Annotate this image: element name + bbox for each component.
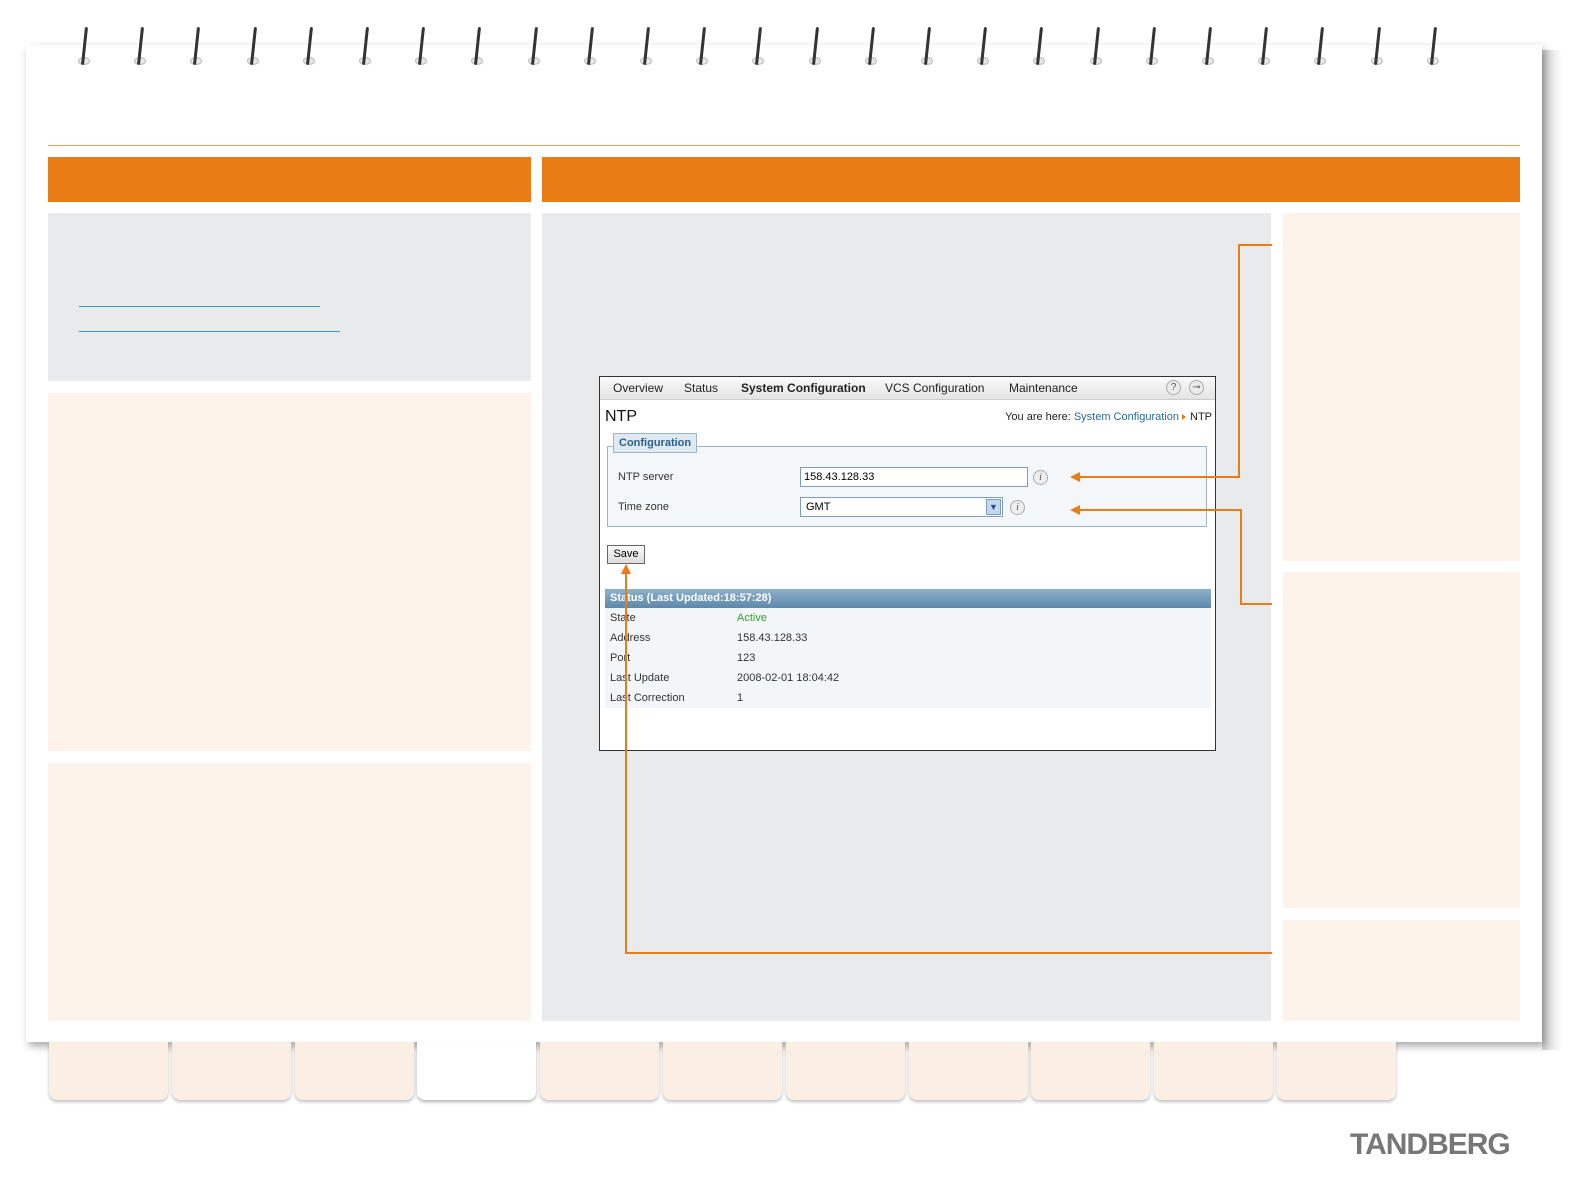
page-shadow <box>1542 50 1562 1050</box>
breadcrumb-prefix: You are here: <box>1005 411 1071 423</box>
breadcrumb-arrow-icon <box>1182 414 1186 420</box>
status-table: State Active Address 158.43.128.33 Port … <box>605 608 1211 708</box>
chapter-tab[interactable] <box>49 1042 168 1100</box>
spiral-ring <box>1202 26 1214 67</box>
menu-system-configuration[interactable]: System Configuration <box>741 381 866 395</box>
menu-maintenance[interactable]: Maintenance <box>1009 381 1078 395</box>
spiral-ring <box>864 26 877 67</box>
menu-overview[interactable]: Overview <box>613 381 663 395</box>
breadcrumb-link-system-configuration[interactable]: System Configuration <box>1074 411 1179 423</box>
ntp-server-info-icon[interactable]: i <box>1033 470 1048 485</box>
tandberg-logo: TANDBERG <box>1350 1128 1511 1161</box>
status-row-value: 158.43.128.33 <box>737 632 808 644</box>
spiral-ring <box>1370 26 1383 67</box>
chapter-tab[interactable] <box>785 1042 905 1100</box>
time-zone-info-icon[interactable]: i <box>1010 500 1025 515</box>
spiral-ring <box>977 26 990 67</box>
spiral-ring <box>921 26 933 67</box>
spiral-ring <box>1314 26 1327 67</box>
help-icon[interactable]: ? <box>1166 380 1181 395</box>
spiral-ring <box>471 26 484 67</box>
spiral-ring <box>696 26 709 67</box>
top-menu-bar: Overview Status System Configuration VCS… <box>600 377 1215 400</box>
spiral-ring <box>190 26 203 67</box>
status-row-label: Port <box>610 652 631 664</box>
status-row-label: State <box>610 612 636 624</box>
status-row-value: 2008-02-01 18:04:42 <box>737 672 840 684</box>
spiral-ring <box>752 26 765 67</box>
spiral-ring <box>1145 26 1158 67</box>
spiral-ring <box>583 26 596 67</box>
chapter-tab[interactable] <box>294 1042 414 1100</box>
left-header-bar <box>48 157 531 202</box>
status-row-label: Last Update <box>610 672 670 684</box>
page-title: NTP <box>605 408 637 425</box>
chapter-tab[interactable] <box>908 1042 1028 1100</box>
spiral-ring <box>527 26 540 67</box>
status-row-value: 1 <box>737 692 744 704</box>
right-note-panel-2 <box>1283 572 1520 908</box>
logout-icon[interactable]: ⊸ <box>1189 380 1204 395</box>
spiral-ring <box>640 26 652 67</box>
chevron-down-icon[interactable]: ▼ <box>986 499 1001 515</box>
spiral-ring <box>1426 26 1439 67</box>
status-header: Status (Last Updated:18:57:28) <box>605 589 1211 608</box>
chapter-tab-active[interactable] <box>417 1042 537 1100</box>
spiral-ring <box>415 26 428 67</box>
status-row-label: Address <box>610 632 651 644</box>
spiral-ring <box>359 26 371 67</box>
ntp-server-input[interactable]: 158.43.128.33 <box>800 467 1028 487</box>
status-row-label: Last Correction <box>610 692 685 704</box>
time-zone-select[interactable]: GMT ▼ <box>800 497 1003 517</box>
spiral-ring <box>1258 26 1271 67</box>
status-row-value: Active <box>737 612 767 624</box>
right-header-bar <box>542 157 1520 202</box>
chapter-tab[interactable] <box>1154 1042 1274 1100</box>
left-top-panel <box>48 213 531 381</box>
save-button[interactable]: Save <box>607 545 645 564</box>
header-rule <box>48 145 1520 146</box>
chapter-tab[interactable] <box>540 1042 660 1100</box>
chapter-tab[interactable] <box>663 1042 782 1100</box>
ntp-server-label: NTP server <box>618 471 674 483</box>
menu-vcs-configuration[interactable]: VCS Configuration <box>885 381 984 395</box>
right-note-panel-3 <box>1283 920 1520 1021</box>
breadcrumb-current: NTP <box>1190 411 1212 423</box>
right-note-panel-1 <box>1283 213 1520 561</box>
chapter-tab[interactable] <box>1031 1042 1151 1100</box>
ntp-screenshot: Overview Status System Configuration VCS… <box>599 376 1216 751</box>
configuration-legend: Configuration <box>613 433 698 453</box>
left-middle-panel <box>48 393 531 751</box>
spiral-ring <box>246 26 259 67</box>
link-underline-1[interactable] <box>79 306 320 307</box>
breadcrumb: You are here: System Configuration NTP <box>1005 411 1212 423</box>
status-row-value: 123 <box>737 652 756 664</box>
spiral-ring <box>808 26 821 67</box>
chapter-tab[interactable] <box>1277 1042 1396 1100</box>
link-underline-2[interactable] <box>79 331 340 332</box>
spiral-ring <box>1089 26 1102 67</box>
time-zone-label: Time zone <box>618 501 669 513</box>
spiral-ring <box>302 26 315 67</box>
left-bottom-panel <box>48 763 531 1021</box>
chapter-tab[interactable] <box>171 1042 291 1100</box>
spiral-ring <box>78 26 90 67</box>
spiral-ring <box>1033 26 1046 67</box>
spiral-ring <box>134 26 147 67</box>
time-zone-value: GMT <box>806 501 831 513</box>
menu-status[interactable]: Status <box>684 381 718 395</box>
